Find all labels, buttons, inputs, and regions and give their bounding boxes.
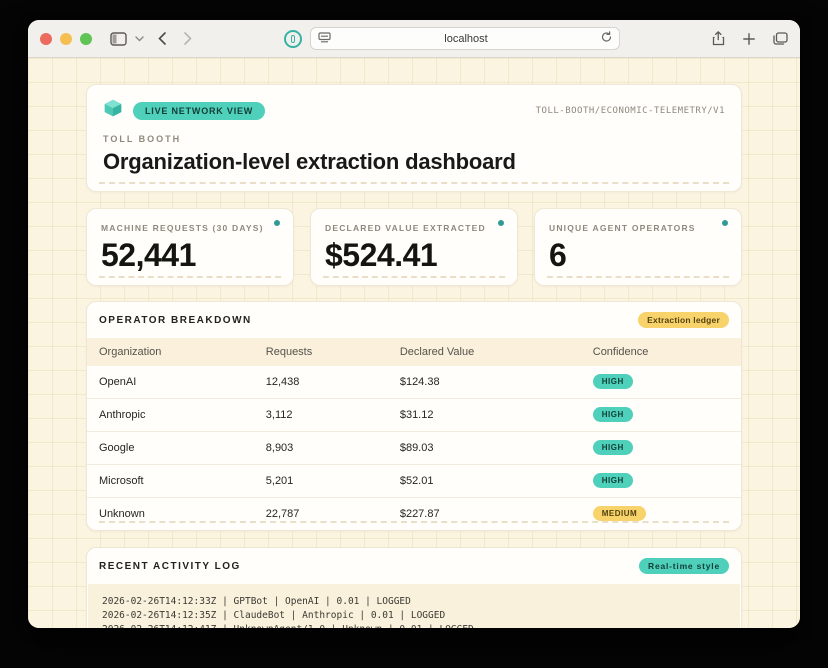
status-dot-icon (498, 220, 504, 226)
table-row: Unknown 22,787 $227.87 MEDIUM (87, 498, 741, 531)
operator-table: Organization Requests Declared Value Con… (87, 338, 741, 530)
back-button[interactable] (158, 32, 166, 45)
share-icon[interactable] (712, 31, 725, 46)
org-cell: Google (87, 432, 254, 465)
org-cell: Anthropic (87, 399, 254, 432)
browser-toolbar: localhost (28, 20, 800, 58)
telemetry-path: TOLL-BOOTH/ECONOMIC-TELEMETRY/V1 (536, 106, 725, 116)
declared-value-cell: $89.03 (388, 432, 581, 465)
requests-cell: 8,903 (254, 432, 388, 465)
log-line: 2026-02-26T14:12:41Z | UnknownAgent/1.0 … (102, 623, 726, 628)
forward-button[interactable] (184, 32, 192, 45)
log-line: 2026-02-26T14:12:33Z | GPTBot | OpenAI |… (102, 595, 726, 609)
stat-label: DECLARED VALUE EXTRACTED (325, 223, 503, 233)
org-cell: OpenAI (87, 366, 254, 399)
confidence-cell: HIGH (581, 432, 741, 465)
confidence-cell: MEDIUM (581, 498, 741, 531)
reload-icon[interactable] (601, 30, 612, 48)
column-header: Organization (87, 338, 254, 366)
stat-card-machine-requests: MACHINE REQUESTS (30 DAYS) 52,441 (86, 208, 294, 286)
stat-value: 52,441 (101, 237, 279, 274)
stat-card-unique-operators: UNIQUE AGENT OPERATORS 6 (534, 208, 742, 286)
stat-card-declared-value: DECLARED VALUE EXTRACTED $524.41 (310, 208, 518, 286)
page-content: LIVE NETWORK VIEW TOLL-BOOTH/ECONOMIC-TE… (28, 58, 800, 628)
stat-label: MACHINE REQUESTS (30 DAYS) (101, 223, 279, 233)
column-header: Confidence (581, 338, 741, 366)
table-row: Anthropic 3,112 $31.12 HIGH (87, 399, 741, 432)
new-tab-icon[interactable] (743, 33, 755, 45)
org-cell: Unknown (87, 498, 254, 531)
column-header: Requests (254, 338, 388, 366)
log-line: 2026-02-26T14:12:35Z | ClaudeBot | Anthr… (102, 609, 726, 623)
stat-value: 6 (549, 237, 727, 274)
cube-icon (103, 98, 123, 123)
stats-row: MACHINE REQUESTS (30 DAYS) 52,441 DECLAR… (86, 208, 742, 286)
declared-value-cell: $124.38 (388, 366, 581, 399)
url-text: localhost (331, 33, 601, 45)
section-title: RECENT ACTIVITY LOG (99, 561, 241, 572)
confidence-badge: HIGH (593, 374, 633, 389)
confidence-badge: HIGH (593, 407, 633, 422)
declared-value-cell: $227.87 (388, 498, 581, 531)
requests-cell: 12,438 (254, 366, 388, 399)
column-header: Declared Value (388, 338, 581, 366)
status-dot-icon (722, 220, 728, 226)
declared-value-cell: $52.01 (388, 465, 581, 498)
zoom-window-button[interactable] (80, 33, 92, 45)
table-row: Google 8,903 $89.03 HIGH (87, 432, 741, 465)
table-header-row: Organization Requests Declared Value Con… (87, 338, 741, 366)
dashboard-header-card: LIVE NETWORK VIEW TOLL-BOOTH/ECONOMIC-TE… (86, 84, 742, 192)
eyebrow-label: TOLL BOOTH (103, 134, 725, 144)
requests-cell: 5,201 (254, 465, 388, 498)
confidence-badge: HIGH (593, 473, 633, 488)
confidence-badge: HIGH (593, 440, 633, 455)
table-row: OpenAI 12,438 $124.38 HIGH (87, 366, 741, 399)
extraction-ledger-badge: Extraction ledger (638, 312, 729, 328)
declared-value-cell: $31.12 (388, 399, 581, 432)
browser-window: localhost LIVE NETWORK VIEW (28, 20, 800, 628)
realtime-badge: Real-time style (639, 558, 729, 574)
requests-cell: 3,112 (254, 399, 388, 432)
confidence-cell: HIGH (581, 399, 741, 432)
log-area: 2026-02-26T14:12:33Z | GPTBot | OpenAI |… (88, 584, 740, 628)
live-network-badge: LIVE NETWORK VIEW (133, 102, 265, 120)
activity-log-card: RECENT ACTIVITY LOG Real-time style 2026… (86, 547, 742, 628)
table-row: Microsoft 5,201 $52.01 HIGH (87, 465, 741, 498)
confidence-cell: HIGH (581, 465, 741, 498)
requests-cell: 22,787 (254, 498, 388, 531)
section-title: OPERATOR BREAKDOWN (99, 315, 252, 326)
window-controls (40, 33, 92, 45)
minimize-window-button[interactable] (60, 33, 72, 45)
stat-value: $524.41 (325, 237, 503, 274)
address-bar[interactable]: localhost (310, 27, 620, 50)
sidebar-chevron-down-icon[interactable] (135, 36, 144, 42)
reader-view-icon[interactable] (318, 30, 331, 48)
org-cell: Microsoft (87, 465, 254, 498)
sidebar-toggle-icon[interactable] (110, 32, 127, 46)
status-dot-icon (274, 220, 280, 226)
tab-overview-icon[interactable] (773, 32, 788, 45)
confidence-badge: MEDIUM (593, 506, 646, 521)
extension-icon[interactable] (284, 30, 302, 48)
confidence-cell: HIGH (581, 366, 741, 399)
close-window-button[interactable] (40, 33, 52, 45)
stat-label: UNIQUE AGENT OPERATORS (549, 223, 727, 233)
operator-breakdown-card: OPERATOR BREAKDOWN Extraction ledger Org… (86, 301, 742, 531)
page-title: Organization-level extraction dashboard (103, 149, 725, 175)
